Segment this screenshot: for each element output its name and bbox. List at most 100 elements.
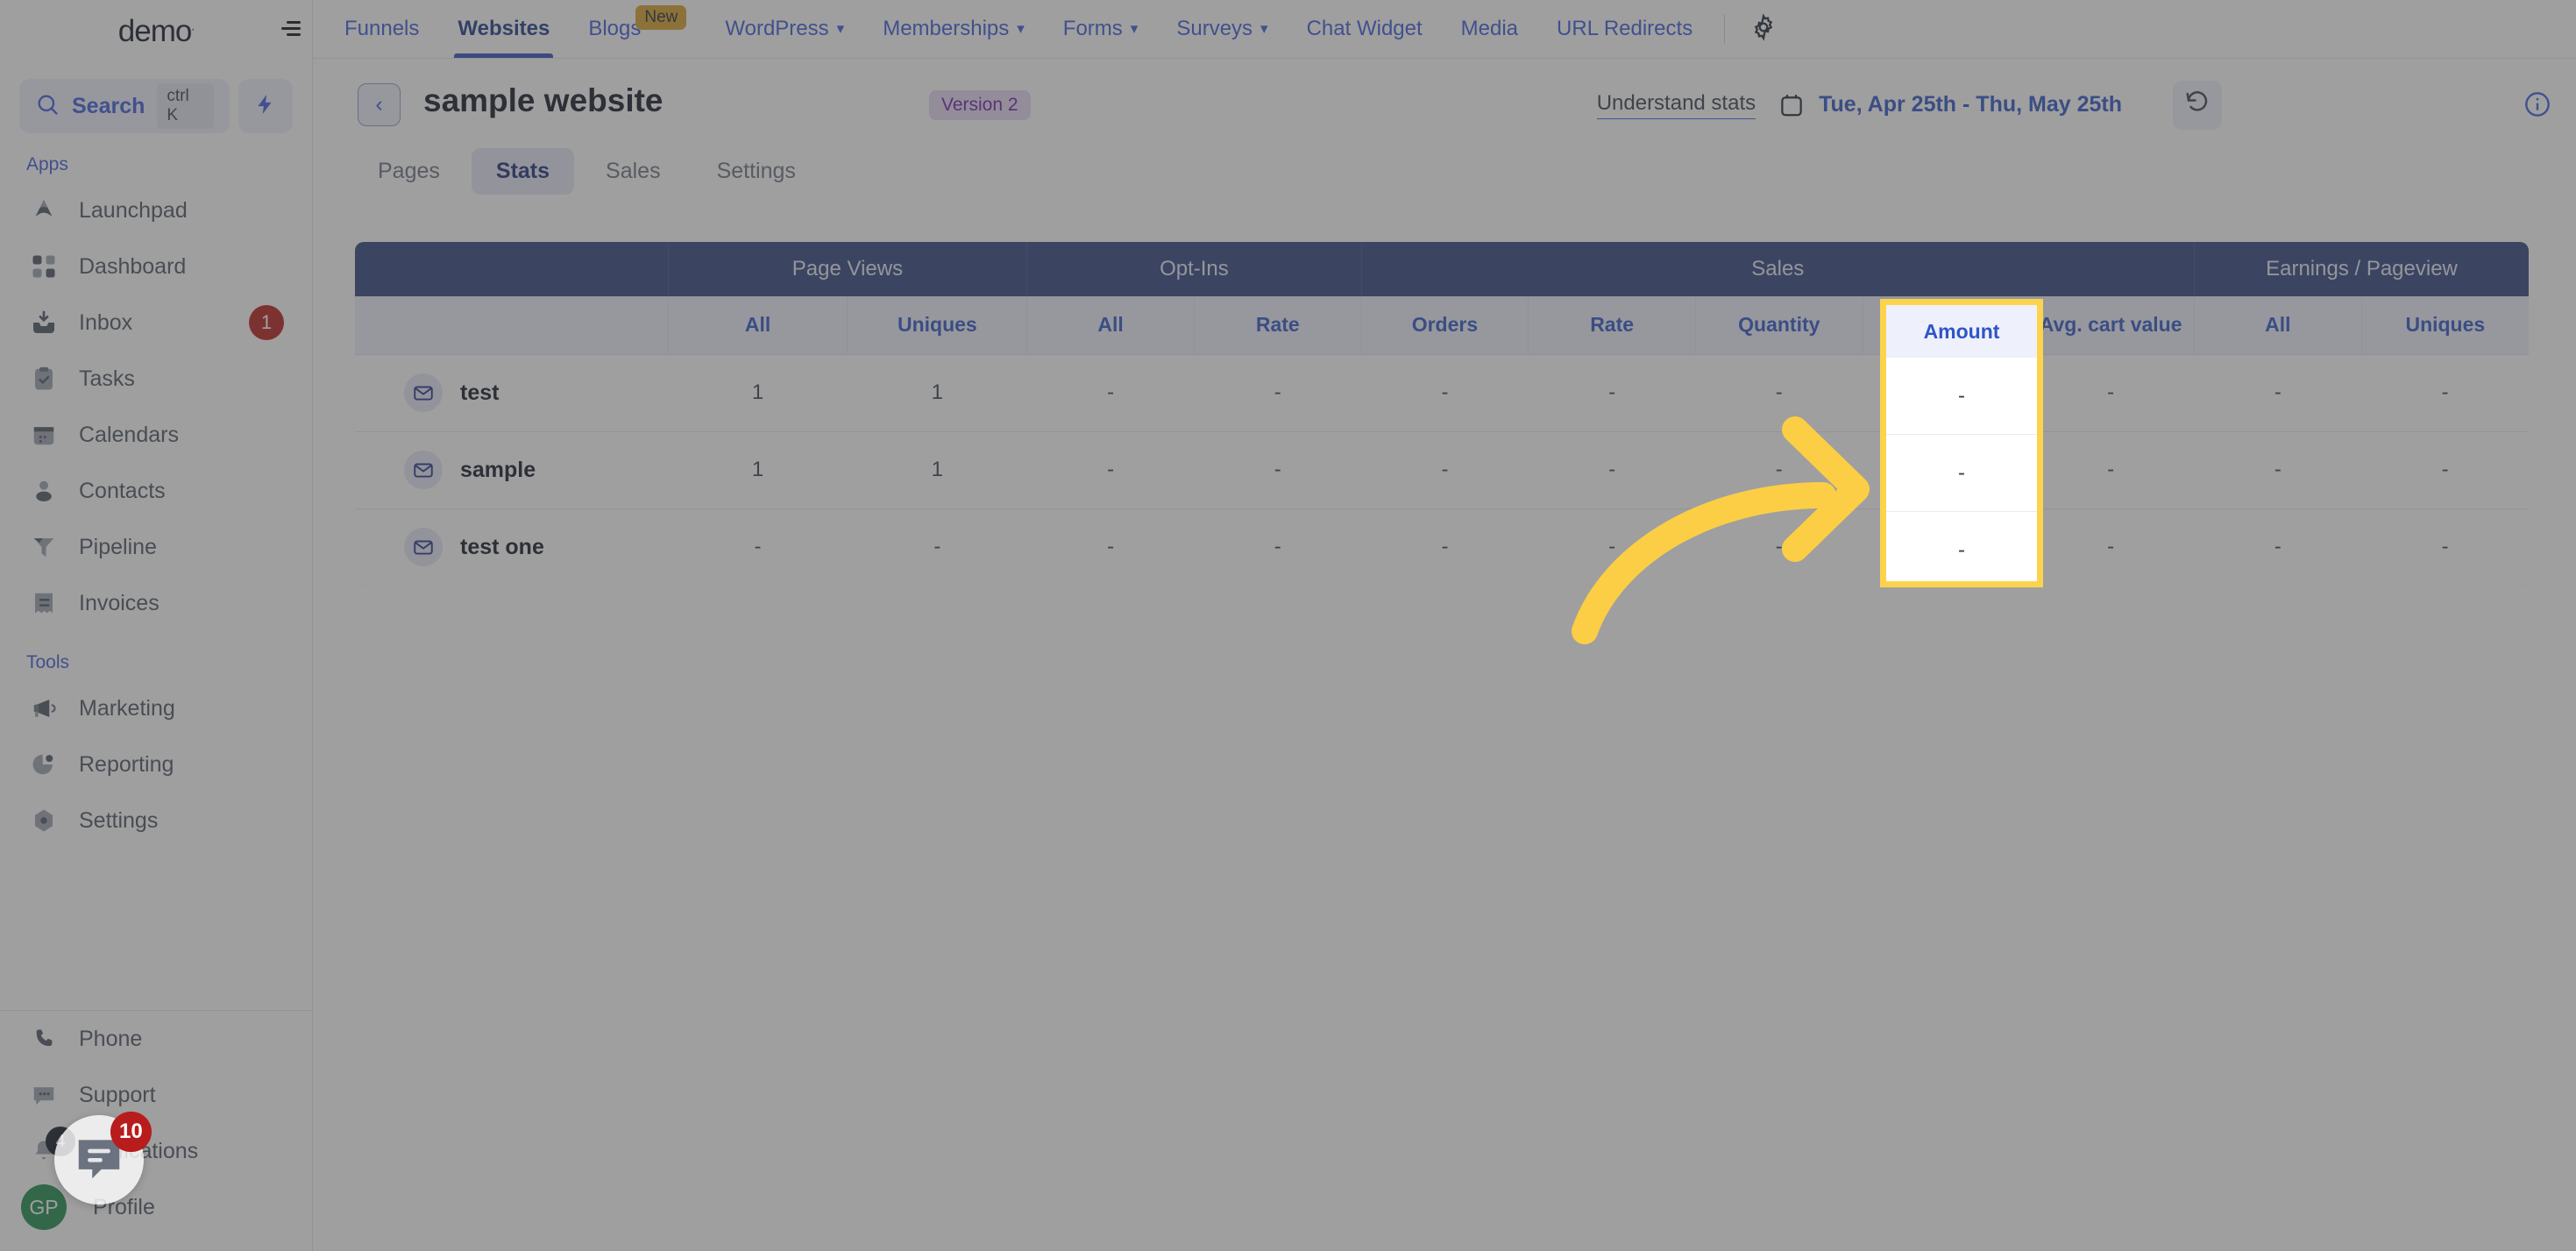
col-header-optins-rate[interactable]: Rate xyxy=(1194,296,1362,355)
invoices-icon xyxy=(28,587,60,619)
col-header-pageviews-uniques[interactable]: Uniques xyxy=(847,296,1028,355)
cell-sales-amount-highlighted: - xyxy=(1886,358,2037,435)
col-header-blank xyxy=(355,296,669,355)
sidebar-item-profile[interactable]: GP Profile xyxy=(12,1179,300,1235)
version-badge: Version 2 xyxy=(929,90,1031,120)
nav-tab-forms[interactable]: Forms ▾ xyxy=(1044,0,1158,58)
nav-label: WordPress xyxy=(725,17,829,40)
tab-label: Pages xyxy=(378,158,440,183)
back-button[interactable]: ‹ xyxy=(358,83,401,126)
brand-logo[interactable]: demo. xyxy=(0,0,312,63)
sidebar-item-launchpad[interactable]: Launchpad xyxy=(12,182,300,238)
app-root: demo. Search ctrl K Apps Launchpad Dashb… xyxy=(0,0,2576,1251)
cell-sales-amount-highlighted: - xyxy=(1886,435,2037,512)
col-header-sales-quantity[interactable]: Quantity xyxy=(1695,296,1863,355)
nav-tab-memberships[interactable]: Memberships ▾ xyxy=(863,0,1044,58)
sidebar-item-invoices[interactable]: Invoices xyxy=(12,575,300,631)
chevron-down-icon: ▾ xyxy=(1017,20,1025,37)
cell-sales-avg-cart-value: - xyxy=(2026,354,2195,432)
col-header-sales-amount-highlighted[interactable]: Amount xyxy=(1886,305,2037,358)
sidebar-item-phone[interactable]: Phone xyxy=(12,1011,300,1067)
nav-tab-surveys[interactable]: Surveys ▾ xyxy=(1157,0,1287,58)
tab-stats[interactable]: Stats xyxy=(471,147,575,195)
calendar-icon[interactable] xyxy=(1778,92,1805,118)
col-header-optins-all[interactable]: All xyxy=(1026,296,1195,355)
search-input[interactable]: Search ctrl K xyxy=(19,79,230,133)
tab-settings[interactable]: Settings xyxy=(692,148,820,195)
cell-sales-avg-cart-value: - xyxy=(2026,508,2195,586)
col-header-sales-orders[interactable]: Orders xyxy=(1361,296,1529,355)
table-row[interactable]: sample 1 1 - - - - - - - - - xyxy=(355,431,2529,509)
group-header-opt-ins: Opt-Ins xyxy=(1026,242,1362,296)
refresh-button[interactable] xyxy=(2173,80,2222,130)
dashboard-icon xyxy=(28,251,60,282)
sidebar-item-contacts[interactable]: Contacts xyxy=(12,463,300,519)
quick-actions-button[interactable] xyxy=(238,79,293,133)
row-name-cell: test xyxy=(355,354,669,432)
amount-column-highlight: Amount - - - xyxy=(1880,299,2043,587)
col-header-sales-rate[interactable]: Rate xyxy=(1528,296,1696,355)
sidebar-item-label: Support xyxy=(79,1082,156,1107)
tab-pages[interactable]: Pages xyxy=(353,148,465,195)
brand-name: demo. xyxy=(117,14,195,48)
mail-icon xyxy=(404,451,443,489)
search-label: Search xyxy=(72,93,145,118)
col-header-earnings-uniques[interactable]: Uniques xyxy=(2361,296,2529,355)
tab-label: Settings xyxy=(716,158,796,183)
nav-tab-chat-widget[interactable]: Chat Widget xyxy=(1288,0,1442,58)
cell-earnings-uniques: - xyxy=(2361,431,2529,509)
group-header-sales: Sales xyxy=(1361,242,2195,296)
tab-sales[interactable]: Sales xyxy=(581,148,685,195)
date-range-selector[interactable]: Tue, Apr 25th - Thu, May 25th xyxy=(1819,92,2122,117)
sidebar-item-calendars[interactable]: Calendars xyxy=(12,407,300,463)
top-nav-items: Funnels Websites Blogs New WordPress ▾ Mem… xyxy=(313,0,1790,58)
sidebar-item-settings[interactable]: Settings xyxy=(12,793,300,849)
collapse-menu-icon[interactable] xyxy=(273,0,313,58)
nav-tab-wordpress[interactable]: WordPress ▾ xyxy=(706,0,863,58)
sidebar-item-support[interactable]: Support xyxy=(12,1067,300,1123)
sidebar-item-label: Pipeline xyxy=(79,534,157,559)
col-header-sales-avg-cart-value[interactable]: Avg. cart value xyxy=(2026,296,2195,355)
sidebar-item-pipeline[interactable]: Pipeline xyxy=(12,519,300,575)
chevron-down-icon: ▾ xyxy=(1130,20,1139,37)
annotation-arrow xyxy=(1560,412,1876,649)
sidebar-section-tools-label: Tools xyxy=(26,652,70,672)
cell-optins-rate: - xyxy=(1194,508,1362,586)
col-header-earnings-all[interactable]: All xyxy=(2194,296,2362,355)
sidebar-item-label: Contacts xyxy=(79,478,166,503)
info-icon[interactable] xyxy=(2523,90,2551,123)
chat-icon xyxy=(28,1079,60,1111)
understand-stats-link[interactable]: Understand stats xyxy=(1596,91,1756,119)
nav-tab-blogs[interactable]: Blogs New xyxy=(569,0,706,58)
group-header-row: Page Views Opt-Ins Sales Earnings / Page… xyxy=(355,242,2529,296)
sidebar-item-label: Tasks xyxy=(79,366,135,391)
cell-sales-avg-cart-value: - xyxy=(2026,431,2195,509)
nav-tab-media[interactable]: Media xyxy=(1442,0,1537,58)
cell-optins-all: - xyxy=(1026,354,1195,432)
nav-tab-funnels[interactable]: Funnels xyxy=(325,0,438,58)
tasks-icon xyxy=(28,363,60,394)
cell-sales-orders: - xyxy=(1361,354,1529,432)
cell-pageviews-all: 1 xyxy=(668,431,848,509)
sidebar-item-inbox[interactable]: Inbox 1 xyxy=(12,295,300,351)
table-row[interactable]: test 1 1 - - - - - - - - - xyxy=(355,354,2529,432)
chat-widget-badge: 10 xyxy=(110,1112,152,1152)
sidebar: demo. Search ctrl K Apps Launchpad Dashb… xyxy=(0,0,313,1251)
sidebar-item-marketing[interactable]: Marketing xyxy=(12,680,300,736)
table-row[interactable]: test one - - - - - - - - - - - xyxy=(355,508,2529,586)
nav-tab-url-redirects[interactable]: URL Redirects xyxy=(1537,0,1712,58)
cell-pageviews-uniques: 1 xyxy=(847,431,1027,509)
nav-label: Blogs xyxy=(588,17,642,40)
cell-pageviews-uniques: - xyxy=(847,508,1027,586)
col-header-pageviews-all[interactable]: All xyxy=(668,296,848,355)
nav-settings-button[interactable] xyxy=(1737,12,1790,46)
sidebar-item-tasks[interactable]: Tasks xyxy=(12,351,300,407)
nav-tab-websites[interactable]: Websites xyxy=(438,0,569,58)
launchpad-icon xyxy=(28,195,60,226)
gear-icon xyxy=(1749,12,1778,46)
sidebar-item-dashboard[interactable]: Dashboard xyxy=(12,238,300,295)
stats-table-body: test 1 1 - - - - - - - - - xyxy=(355,354,2529,586)
sidebar-item-reporting[interactable]: Reporting xyxy=(12,736,300,793)
row-name-cell: test one xyxy=(355,508,669,586)
cell-earnings-uniques: - xyxy=(2361,508,2529,586)
